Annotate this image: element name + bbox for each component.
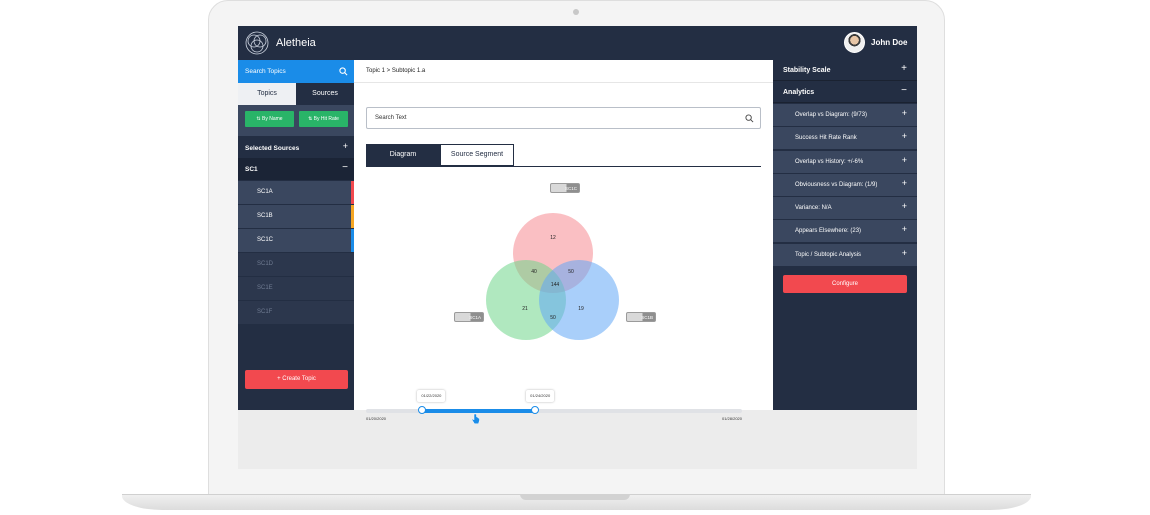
venn-value-center: 144 xyxy=(551,282,560,288)
search-icon[interactable] xyxy=(745,114,754,123)
source-item[interactable]: SC1A xyxy=(238,181,354,204)
tab-diagram[interactable]: Diagram xyxy=(366,144,440,166)
selected-sources-header[interactable]: Selected Sources + xyxy=(238,136,354,158)
analytics-item-label: Overlap vs History: +/-6% xyxy=(795,158,864,165)
source-item-label: SC1A xyxy=(257,189,273,195)
source-item-label: SC1C xyxy=(257,237,274,243)
sort-by-name-button[interactable]: ⇅ By Name xyxy=(245,111,294,127)
venn-circle-right xyxy=(539,260,619,340)
expand-icon[interactable]: + xyxy=(902,201,907,211)
analytics-list: Overlap vs Diagram: (9/73) + Success Hit R… xyxy=(773,104,917,267)
venn-value-left-right: 50 xyxy=(550,315,556,321)
logo-icon xyxy=(245,31,269,55)
venn-value-right-only: 19 xyxy=(578,306,584,312)
source-item[interactable]: SC1D xyxy=(238,253,354,276)
selected-sources-label: Selected Sources xyxy=(245,145,300,152)
venn-svg: 12 21 19 40 50 50 144 xyxy=(486,213,619,340)
analytics-item-label: Obviousness vs Diagram: (1/9) xyxy=(795,181,878,188)
expand-icon[interactable]: + xyxy=(901,63,907,74)
date-range-slider[interactable]: 01/22/2020 01/24/2020 01/20/2020 01/28/2… xyxy=(366,390,742,425)
analytics-label: Analytics xyxy=(783,89,815,96)
expand-icon[interactable]: + xyxy=(902,248,907,258)
breadcrumb[interactable]: Topic 1 > Subtopic 1.a xyxy=(354,60,773,83)
user-name[interactable]: John Doe xyxy=(871,38,907,47)
stability-scale-label: Stability Scale xyxy=(783,67,831,74)
venn-diagram: SC1C SC1A SC1B 12 21 19 40 50 50 144 xyxy=(366,175,761,375)
expand-icon[interactable]: + xyxy=(902,178,907,188)
collapse-icon[interactable]: − xyxy=(342,162,348,173)
analytics-item-label: Variance: N/A xyxy=(795,205,832,212)
stability-scale-header[interactable]: Stability Scale + xyxy=(773,60,917,81)
main-panel: Topic 1 > Subtopic 1.a Search Text Diagr… xyxy=(354,60,773,425)
source-item-label: SC1D xyxy=(257,261,274,267)
analytics-item[interactable]: Overlap vs Diagram: (9/73) + xyxy=(773,104,917,126)
analytics-item-label: Topic / Subtopic Analysis xyxy=(795,251,862,258)
app-header: Aletheia John Doe xyxy=(238,26,917,60)
laptop-notch xyxy=(520,494,630,500)
analytics-item[interactable]: Appears Elsewhere: (23) + xyxy=(773,220,917,243)
pointer-cursor-icon xyxy=(471,413,480,425)
sidebar-tabs: Topics Sources xyxy=(238,83,354,105)
analytics-header[interactable]: Analytics − xyxy=(773,82,917,103)
venn-value-top-right: 50 xyxy=(568,269,574,275)
sort-controls: ⇅ By Name ⇅ By Hit Rate xyxy=(238,105,354,136)
expand-icon[interactable]: + xyxy=(343,141,348,151)
create-topic-button[interactable]: + Create Topic xyxy=(245,370,348,389)
venn-value-top-left: 40 xyxy=(531,269,537,275)
analytics-item[interactable]: Success Hit Rate Rank + xyxy=(773,127,917,150)
app-title: Aletheia xyxy=(276,37,316,49)
expand-icon[interactable]: + xyxy=(902,224,907,234)
source-group-label: SC1 xyxy=(245,166,258,173)
search-icon[interactable] xyxy=(339,67,348,76)
right-sidebar: Stability Scale + Analytics − Overlap vs… xyxy=(773,60,917,410)
view-tabs: Diagram Source Segment xyxy=(366,144,761,167)
analytics-item-label: Appears Elsewhere: (23) xyxy=(795,228,862,235)
low-handle-tooltip: 01/22/2020 xyxy=(417,390,446,402)
start-date-label: 01/20/2020 xyxy=(366,416,387,421)
end-date-label: 01/28/2020 xyxy=(721,416,742,421)
analytics-item[interactable]: Topic / Subtopic Analysis + xyxy=(773,243,917,266)
expand-icon[interactable]: + xyxy=(902,108,907,118)
search-text-input[interactable]: Search Text xyxy=(366,107,761,129)
left-sidebar: Search Topics Topics Sources ⇅ By Name ⇅… xyxy=(238,60,354,410)
analytics-item[interactable]: Obviousness vs Diagram: (1/9) + xyxy=(773,173,917,196)
search-topics-label: Search Topics xyxy=(245,68,286,75)
high-handle-tooltip: 01/24/2020 xyxy=(526,390,555,402)
source-item[interactable]: SC1F xyxy=(238,301,354,324)
search-topics-input[interactable]: Search Topics xyxy=(238,60,354,83)
sort-by-hit-rate-button[interactable]: ⇅ By Hit Rate xyxy=(299,111,348,127)
avatar[interactable] xyxy=(844,32,865,53)
webcam-icon xyxy=(573,9,579,15)
source-item-label: SC1F xyxy=(257,309,273,315)
analytics-item[interactable]: Overlap vs History: +/-6% + xyxy=(773,150,917,173)
source-item-label: SC1B xyxy=(257,213,273,219)
source-group-sc1[interactable]: SC1 − xyxy=(238,158,354,180)
analytics-item-label: Success Hit Rate Rank xyxy=(795,135,857,142)
analytics-item-label: Overlap vs Diagram: (9/73) xyxy=(795,112,868,118)
tab-source-segment[interactable]: Source Segment xyxy=(440,144,514,166)
source-item[interactable]: SC1E xyxy=(238,277,354,300)
source-item-label: SC1E xyxy=(257,285,273,291)
expand-icon[interactable]: + xyxy=(902,155,907,165)
expand-icon[interactable]: + xyxy=(902,131,907,141)
source-item[interactable]: SC1C xyxy=(238,229,354,252)
venn-value-top-only: 12 xyxy=(550,235,556,241)
source-item[interactable]: SC1B xyxy=(238,205,354,228)
source-list: SC1A SC1B SC1C SC1D SC1E SC1F xyxy=(238,181,354,325)
collapse-icon[interactable]: − xyxy=(901,85,907,96)
venn-value-left-only: 21 xyxy=(522,306,528,312)
app-screen: Aletheia John Doe Search Topics Topics S… xyxy=(238,26,917,469)
tab-sources[interactable]: Sources xyxy=(296,83,354,105)
analytics-item[interactable]: Variance: N/A + xyxy=(773,197,917,220)
search-text-placeholder: Search Text xyxy=(375,115,407,121)
configure-button[interactable]: Configure xyxy=(783,275,907,293)
tab-topics[interactable]: Topics xyxy=(238,83,296,105)
